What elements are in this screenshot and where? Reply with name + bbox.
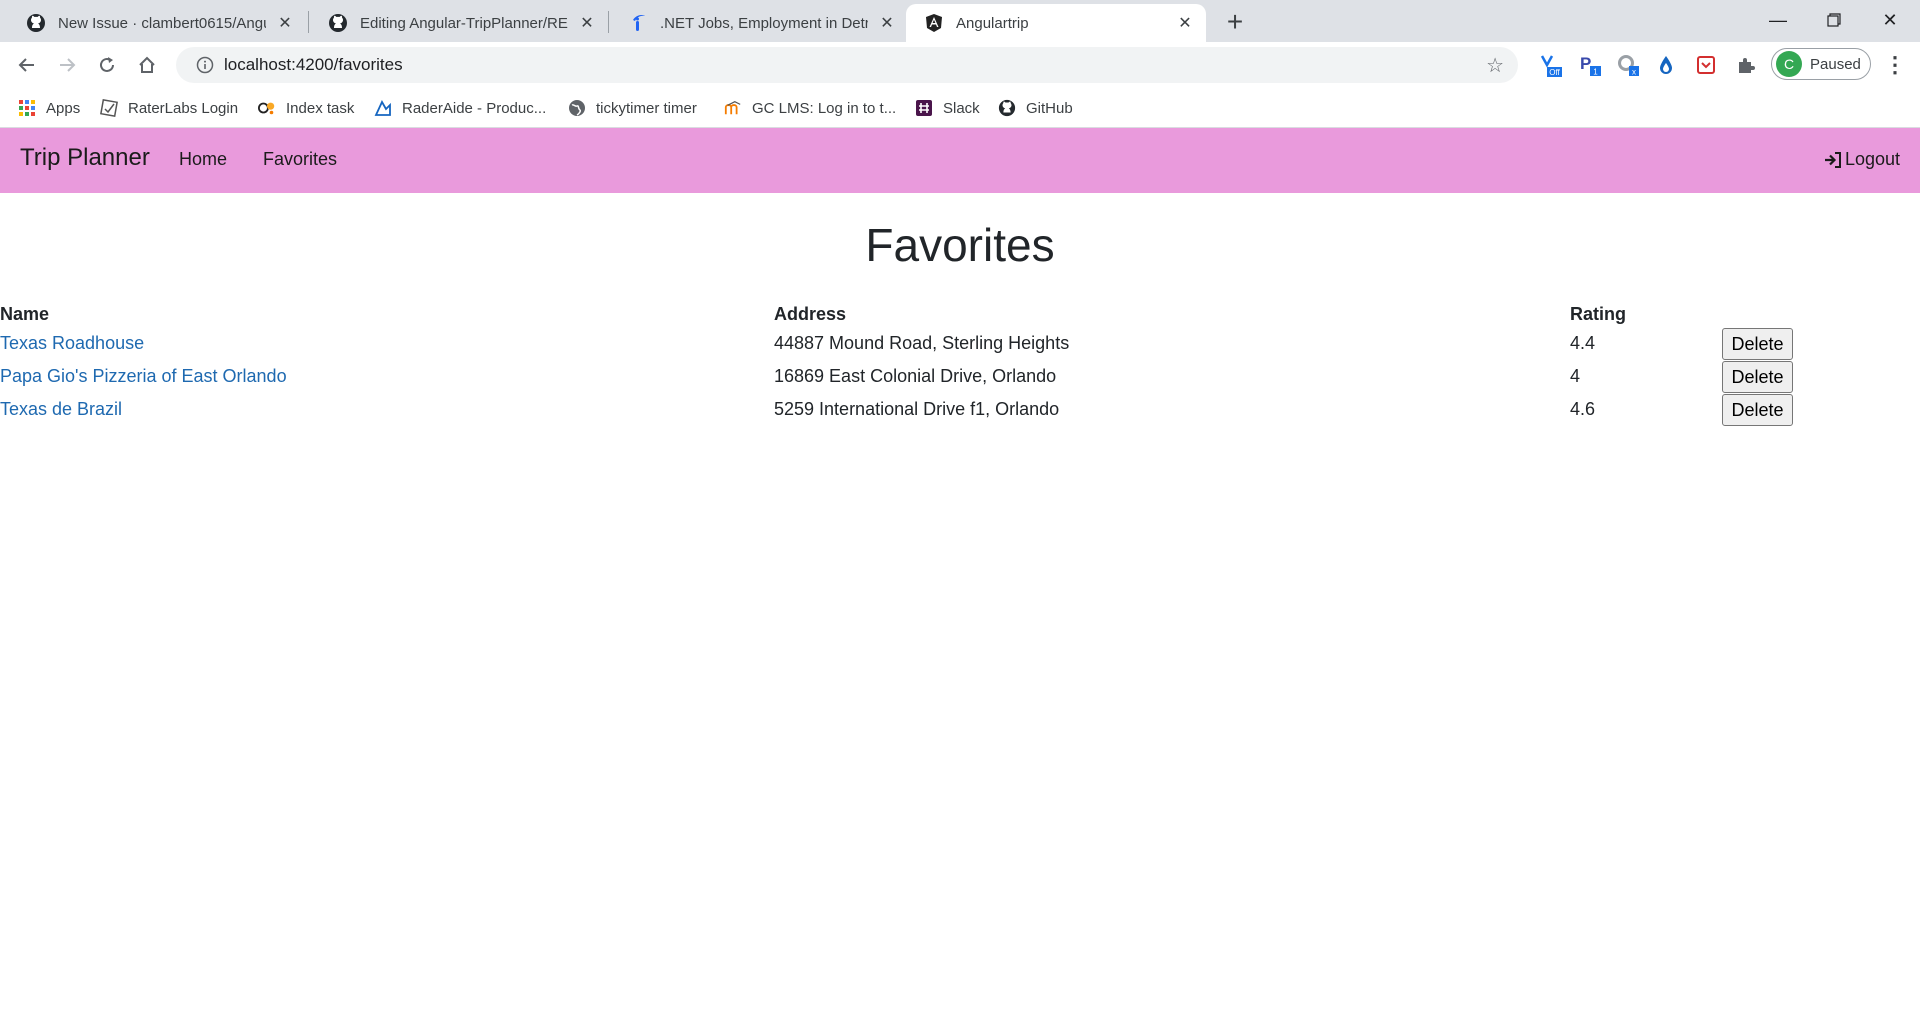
off-extension-icon[interactable]: Off — [1536, 51, 1564, 79]
github-icon — [328, 13, 348, 33]
page-title: Favorites — [865, 219, 1055, 271]
avatar: C — [1776, 51, 1802, 77]
bookmark-star-icon[interactable]: ☆ — [1486, 53, 1504, 78]
drop-extension-icon[interactable] — [1652, 51, 1680, 79]
tab-title: Editing Angular-TripPlanner/REA — [360, 14, 568, 32]
tab-title: .NET Jobs, Employment in Detroi — [660, 14, 868, 32]
globe-icon — [568, 99, 586, 117]
bookmark-index-task[interactable]: Index task — [258, 96, 354, 120]
logout-link[interactable]: Logout — [1824, 149, 1900, 170]
minimize-icon[interactable]: — — [1750, 0, 1806, 40]
bookmark-label: Index task — [286, 99, 355, 117]
profile-status: Paused — [1810, 55, 1861, 73]
forward-arrow-icon[interactable] — [52, 50, 82, 80]
table-row: Texas Roadhouse 44887 Mound Road, Sterli… — [0, 328, 1920, 361]
window-close-icon[interactable]: ✕ — [1862, 0, 1918, 40]
profile-button[interactable]: C Paused — [1771, 48, 1871, 80]
back-arrow-icon[interactable] — [12, 50, 42, 80]
place-address: 16869 East Colonial Drive, Orlando — [774, 366, 1057, 386]
bookmark-label: GC LMS: Log in to t... — [752, 99, 897, 117]
pocket-extension-icon[interactable] — [1692, 51, 1720, 79]
close-icon[interactable]: ✕ — [1174, 12, 1196, 34]
svg-text:Off: Off — [1549, 68, 1560, 77]
sign-in-icon — [1824, 151, 1842, 169]
github-icon — [26, 13, 46, 33]
tab-separator — [308, 11, 309, 33]
svg-text:P: P — [1580, 54, 1591, 73]
svg-text:1: 1 — [1593, 68, 1598, 77]
slack-icon — [915, 99, 933, 117]
column-header-name: Name — [0, 304, 50, 324]
browser-tab-strip: New Issue · clambert0615/Angul ✕ Editing… — [0, 0, 1920, 42]
close-icon[interactable]: ✕ — [274, 12, 296, 34]
page-content: Trip Planner Home Favorites Logout Favor… — [0, 128, 1920, 1030]
svg-text:x: x — [1632, 68, 1636, 77]
bookmark-gc-lms[interactable]: GC LMS: Log in to t... — [724, 96, 896, 120]
indeed-icon — [628, 13, 648, 33]
bookmarks-bar: Apps RaterLabs Login Index task RaderAid… — [0, 88, 1920, 128]
bookmark-label: tickytimer timer — [596, 99, 697, 117]
p-extension-icon[interactable]: P1 — [1576, 51, 1604, 79]
bookmark-label: GitHub — [1026, 99, 1073, 117]
bookmark-github[interactable]: GitHub — [998, 96, 1073, 120]
tab-editing-readme[interactable]: Editing Angular-TripPlanner/REA ✕ — [310, 4, 608, 42]
place-name-link[interactable]: Texas de Brazil — [0, 399, 122, 420]
column-header-rating: Rating — [1570, 304, 1626, 324]
menu-kebab-icon[interactable]: ⋮ — [1880, 50, 1910, 80]
browser-toolbar: localhost:4200/favorites ☆ Off P1 x C Pa… — [0, 42, 1920, 88]
tab-net-jobs[interactable]: .NET Jobs, Employment in Detroi ✕ — [610, 4, 908, 42]
home-icon[interactable] — [132, 50, 162, 80]
puzzle-extensions-icon[interactable] — [1732, 51, 1760, 79]
place-address: 44887 Mound Road, Sterling Heights — [774, 333, 1070, 353]
tab-title: Angulartrip — [956, 14, 1029, 32]
tab-angulartrip[interactable]: Angulartrip ✕ — [906, 4, 1206, 42]
new-tab-button[interactable]: + — [1220, 6, 1250, 37]
url-text[interactable]: localhost:4200/favorites — [224, 55, 403, 75]
tab-separator — [608, 11, 609, 33]
delete-button[interactable]: Delete — [1722, 361, 1793, 393]
place-rating: 4.6 — [1570, 399, 1596, 419]
table-row: Papa Gio's Pizzeria of East Orlando 1686… — [0, 361, 1920, 394]
place-name-link[interactable]: Texas Roadhouse — [0, 333, 144, 354]
bookmark-raderaide[interactable]: RaderAide - Produc... — [374, 96, 546, 120]
table-row: Texas de Brazil 5259 International Drive… — [0, 394, 1920, 427]
app-navbar: Trip Planner Home Favorites Logout — [0, 128, 1920, 193]
place-rating: 4.4 — [1570, 333, 1596, 353]
bookmark-raterlabs[interactable]: RaterLabs Login — [100, 96, 238, 120]
moodle-icon — [724, 99, 742, 117]
bookmark-label: Slack — [943, 99, 980, 117]
nav-home-link[interactable]: Home — [179, 149, 227, 170]
delete-button[interactable]: Delete — [1722, 394, 1793, 426]
address-bar[interactable]: localhost:4200/favorites ☆ — [176, 47, 1518, 83]
bookmark-tickytimer[interactable]: tickytimer timer — [568, 96, 697, 120]
brand-link[interactable]: Trip Planner — [20, 144, 150, 172]
close-icon[interactable]: ✕ — [876, 12, 898, 34]
place-rating: 4 — [1570, 366, 1581, 386]
bookmark-slack[interactable]: Slack — [915, 96, 980, 120]
apps-grid-icon — [18, 99, 36, 117]
raderaide-icon — [374, 99, 392, 117]
nav-favorites-link[interactable]: Favorites — [263, 149, 337, 170]
column-header-address: Address — [774, 304, 847, 324]
index-task-icon — [258, 99, 276, 117]
tab-new-issue[interactable]: New Issue · clambert0615/Angul ✕ — [8, 4, 306, 42]
close-icon[interactable]: ✕ — [576, 12, 598, 34]
bookmark-label: Apps — [46, 99, 81, 117]
bookmark-label: RaderAide - Produc... — [402, 99, 547, 117]
bookmark-apps[interactable]: Apps — [18, 96, 80, 120]
logout-label: Logout — [1844, 149, 1900, 169]
clock-extension-icon[interactable]: x — [1614, 51, 1642, 79]
tab-title: New Issue · clambert0615/Angul — [58, 14, 266, 32]
place-name-link[interactable]: Papa Gio's Pizzeria of East Orlando — [0, 366, 287, 387]
bookmark-label: RaterLabs Login — [128, 99, 239, 117]
github-icon — [998, 99, 1016, 117]
reload-icon[interactable] — [92, 50, 122, 80]
info-icon[interactable] — [190, 56, 220, 74]
angular-icon — [924, 13, 944, 33]
restore-icon[interactable] — [1806, 0, 1862, 40]
delete-button[interactable]: Delete — [1722, 328, 1793, 360]
raterlabs-icon — [100, 99, 118, 117]
place-address: 5259 International Drive f1, Orlando — [774, 399, 1060, 419]
